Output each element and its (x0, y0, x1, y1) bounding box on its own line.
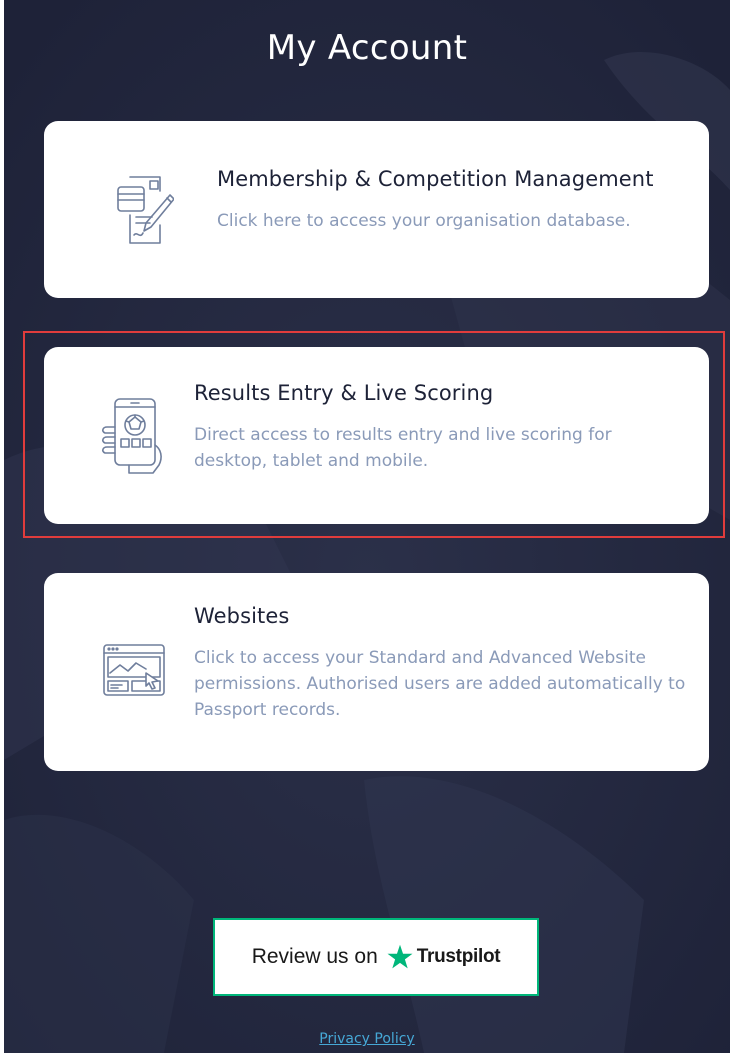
trustpilot-review-button[interactable]: Review us on Trustpilot (213, 918, 539, 996)
page-title: My Account (266, 28, 468, 68)
card-title: Websites (194, 604, 290, 628)
trustpilot-prefix: Review us on (251, 945, 378, 968)
websites-card[interactable]: Websites Click to access your Standard a… (44, 573, 709, 771)
card-description: Click to access your Standard and Advanc… (194, 648, 686, 720)
membership-competition-card[interactable]: Membership & Competition Management Clic… (44, 121, 709, 298)
footer: Privacy Policy (4, 1030, 730, 1048)
results-live-scoring-card[interactable]: Results Entry & Live Scoring Direct acce… (44, 347, 709, 524)
trustpilot-star-icon (387, 944, 413, 969)
account-page: My Account Membership & Competition Mana… (4, 0, 730, 1053)
mobile-scoring-icon (102, 398, 162, 474)
card-title: Results Entry & Live Scoring (194, 381, 494, 405)
privacy-policy-link[interactable]: Privacy Policy (319, 1031, 414, 1047)
card-description: Click here to access your organisation d… (217, 211, 631, 231)
card-description: Direct access to results entry and live … (194, 425, 612, 471)
card-title: Membership & Competition Management (217, 167, 654, 191)
trustpilot-brand: Trustpilot (416, 946, 501, 967)
website-browser-icon (103, 644, 165, 696)
document-edit-icon (117, 176, 174, 244)
